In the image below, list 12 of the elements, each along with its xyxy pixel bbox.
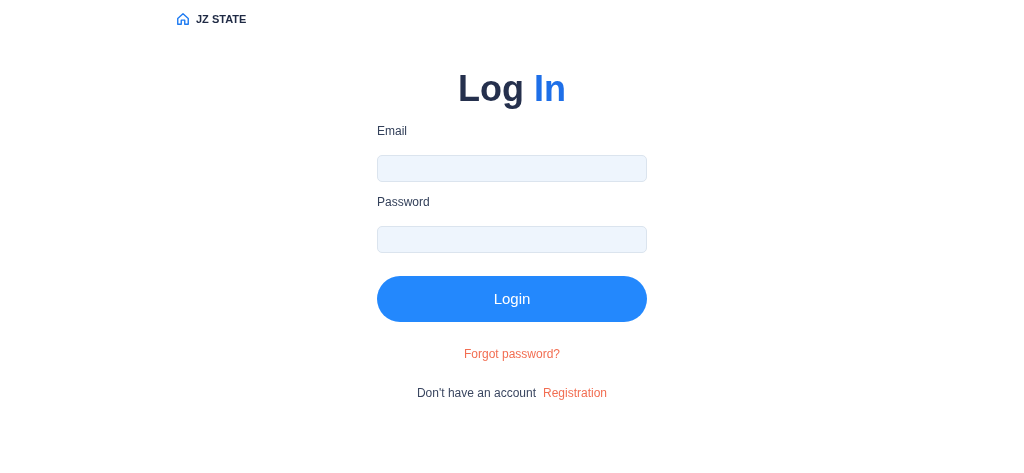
input-field[interactable] [377,155,647,182]
page-title-accent: In [534,67,566,111]
login-button[interactable]: Login [377,276,647,322]
input-field[interactable] [377,226,647,253]
home-icon[interactable] [176,12,190,26]
field-label: Email [377,123,408,139]
brand-name[interactable]: JZ STATE [196,10,247,28]
signup-prompt: Don't have an account [416,385,536,401]
page-title: Log [458,67,524,111]
registration-link[interactable]: Registration [543,385,608,401]
field-label: Password [377,194,431,210]
forgot-password-link[interactable]: Forgot password? [463,346,560,362]
